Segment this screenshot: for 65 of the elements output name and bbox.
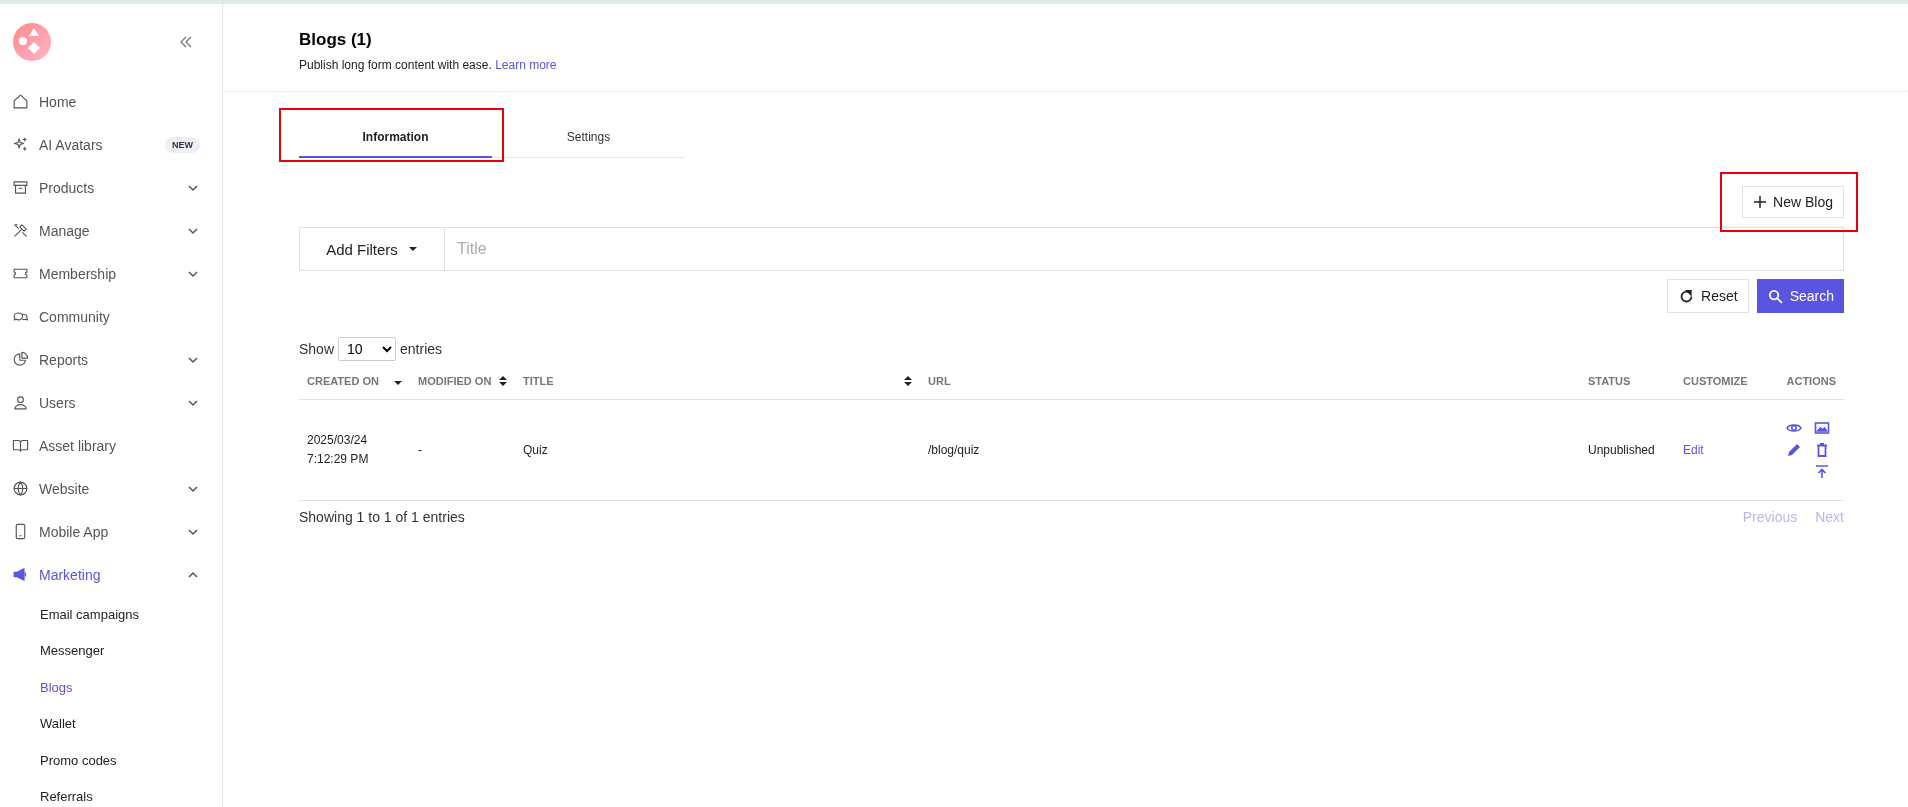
book-icon <box>12 437 29 454</box>
submenu-item[interactable]: Promo codes <box>12 742 222 779</box>
column-header: MODIFIED ON <box>418 375 492 387</box>
sidebar-item[interactable]: Asset library <box>12 424 222 467</box>
column-header: STATUS <box>1588 375 1631 387</box>
globe-icon <box>12 480 29 497</box>
column-header: URL <box>928 375 951 387</box>
sidebar-item[interactable]: Mobile App <box>12 510 222 553</box>
new-badge: NEW <box>165 136 200 153</box>
tab[interactable]: Settings <box>492 116 685 158</box>
learn-more-link[interactable]: Learn more <box>495 58 557 72</box>
tools-icon <box>12 222 29 239</box>
entries-label: entries <box>400 341 443 357</box>
sidebar-item[interactable]: AI Avatars NEW <box>12 123 222 166</box>
submenu-item[interactable]: Referrals <box>12 778 222 807</box>
sidebar-item[interactable]: Community <box>12 295 222 338</box>
pencil-icon[interactable] <box>1786 442 1802 458</box>
archive-icon <box>12 179 29 196</box>
submenu-item[interactable]: Blogs <box>12 669 222 706</box>
sidebar-item[interactable]: Home <box>12 80 222 123</box>
column-header: CREATED ON <box>307 375 379 387</box>
title-cell: Quiz <box>523 443 548 457</box>
sort-icon[interactable] <box>499 375 507 387</box>
column-header: TITLE <box>523 375 554 387</box>
sort-icon[interactable] <box>904 375 912 387</box>
collapse-icon[interactable] <box>178 34 194 50</box>
new-blog-button[interactable]: New Blog <box>1742 186 1844 218</box>
submenu-item[interactable]: Wallet <box>12 705 222 742</box>
modified-on-cell: - <box>418 443 422 457</box>
submenu-item[interactable]: Email campaigns <box>12 596 222 633</box>
caret-icon <box>407 244 418 254</box>
tab[interactable]: Information <box>299 116 492 158</box>
reset-button[interactable]: Reset <box>1667 279 1749 313</box>
sidebar-item[interactable]: Products <box>12 166 222 209</box>
submenu-item[interactable]: Messenger <box>12 632 222 669</box>
edit-link[interactable]: Edit <box>1683 443 1704 457</box>
trash-icon[interactable] <box>1814 442 1830 458</box>
entries-select[interactable]: 10 <box>338 337 397 361</box>
sidebar-item[interactable]: Marketing <box>12 553 222 596</box>
house-icon <box>12 93 29 110</box>
sidebar-item[interactable]: Reports <box>12 338 222 381</box>
title-search-field[interactable]: Title <box>445 227 1844 271</box>
plus-icon <box>1753 195 1768 209</box>
search-icon <box>1766 287 1784 305</box>
megaphone-icon <box>12 566 29 583</box>
sidebar-item[interactable]: Manage <box>12 209 222 252</box>
sidebar-item[interactable]: Users <box>12 381 222 424</box>
page-subtitle: Publish long form content with ease. Learn more <box>299 58 558 72</box>
add-filters-dropdown[interactable]: Add Filters <box>299 227 445 271</box>
image-icon[interactable] <box>1814 420 1830 436</box>
upload-icon[interactable] <box>1814 464 1830 480</box>
created-on-cell-text: 2025/03/24 7:12:29 PM <box>307 432 370 468</box>
show-label: Show <box>299 341 335 357</box>
sidebar-item[interactable]: Website <box>12 467 222 510</box>
user-icon <box>12 394 29 411</box>
column-header: ACTIONS <box>1786 375 1836 387</box>
page-title: Blogs (1) <box>299 30 373 50</box>
search-button[interactable]: Search <box>1756 279 1844 313</box>
column-header: CUSTOMIZE <box>1683 375 1748 387</box>
sidebar-item[interactable]: Membership <box>12 252 222 295</box>
sparkle-icon <box>12 136 29 153</box>
pie-chart-icon <box>12 351 29 368</box>
status-cell: Unpublished <box>1588 443 1655 457</box>
entries-info: Showing 1 to 1 of 1 entries <box>299 509 465 525</box>
url-cell: /blog/quiz <box>928 443 980 457</box>
